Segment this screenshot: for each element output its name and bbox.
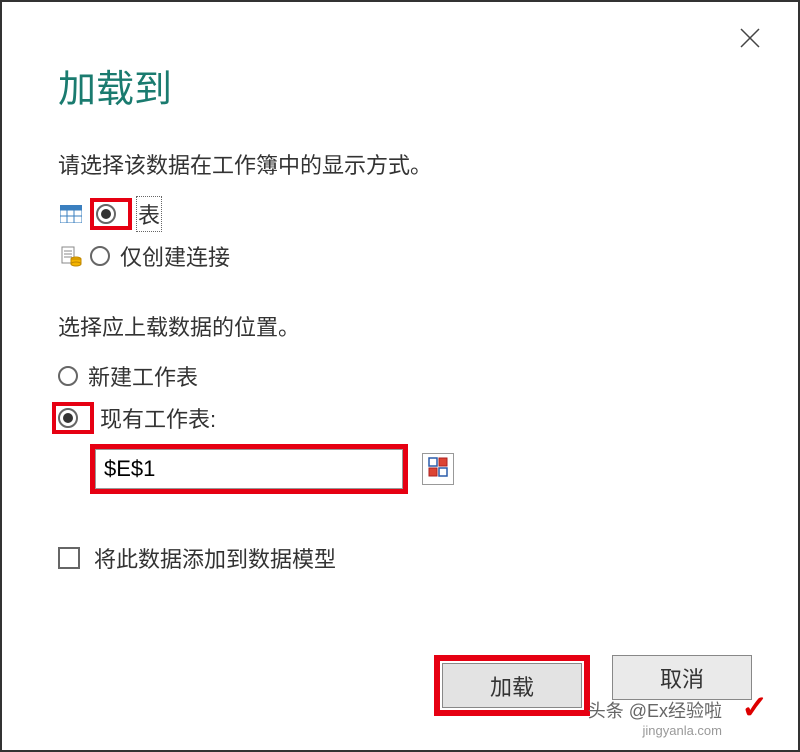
option-existing-sheet-label: 现有工作表: (100, 402, 216, 434)
option-connection-row[interactable]: 仅创建连接 (58, 240, 742, 272)
table-icon (58, 203, 84, 225)
radio-existing-sheet[interactable] (58, 408, 78, 428)
option-new-sheet-row[interactable]: 新建工作表 (58, 360, 742, 392)
checkmark-logo-icon: ✓ (741, 688, 768, 726)
load-location-prompt: 选择应上载数据的位置。 (58, 310, 742, 342)
option-existing-sheet-row[interactable]: 现有工作表: (52, 402, 742, 434)
radio-connection-only[interactable] (90, 246, 110, 266)
watermark: 头条 @Ex经验啦 jingyanla.com (588, 697, 722, 738)
watermark-line2: jingyanla.com (588, 723, 722, 738)
display-mode-prompt: 请选择该数据在工作簿中的显示方式。 (58, 148, 742, 180)
close-icon (739, 24, 761, 56)
radio-table[interactable] (96, 204, 116, 224)
option-table-row[interactable]: 表 (58, 198, 742, 230)
dialog-title: 加载到 (58, 58, 172, 113)
load-button-label: 加载 (490, 670, 534, 702)
checkbox-data-model-label: 将此数据添加到数据模型 (94, 542, 336, 574)
radio-new-sheet[interactable] (58, 366, 78, 386)
option-table-label: 表 (138, 198, 160, 230)
option-new-sheet-label: 新建工作表 (88, 360, 198, 392)
watermark-line1: 头条 @Ex经验啦 (588, 697, 722, 723)
close-button[interactable] (730, 20, 770, 60)
connection-icon (58, 245, 84, 267)
load-to-dialog: 加载到 请选择该数据在工作簿中的显示方式。 表 (8, 8, 792, 744)
option-connection-label: 仅创建连接 (120, 240, 230, 272)
cancel-button-label: 取消 (660, 662, 704, 694)
load-button[interactable]: 加载 (442, 663, 582, 708)
range-picker-button[interactable] (422, 453, 454, 485)
cell-reference-input[interactable] (95, 449, 403, 489)
checkbox-data-model[interactable] (58, 547, 80, 569)
add-to-data-model-row[interactable]: 将此数据添加到数据模型 (58, 542, 742, 574)
cancel-button[interactable]: 取消 (612, 655, 752, 700)
range-picker-icon (428, 457, 448, 482)
